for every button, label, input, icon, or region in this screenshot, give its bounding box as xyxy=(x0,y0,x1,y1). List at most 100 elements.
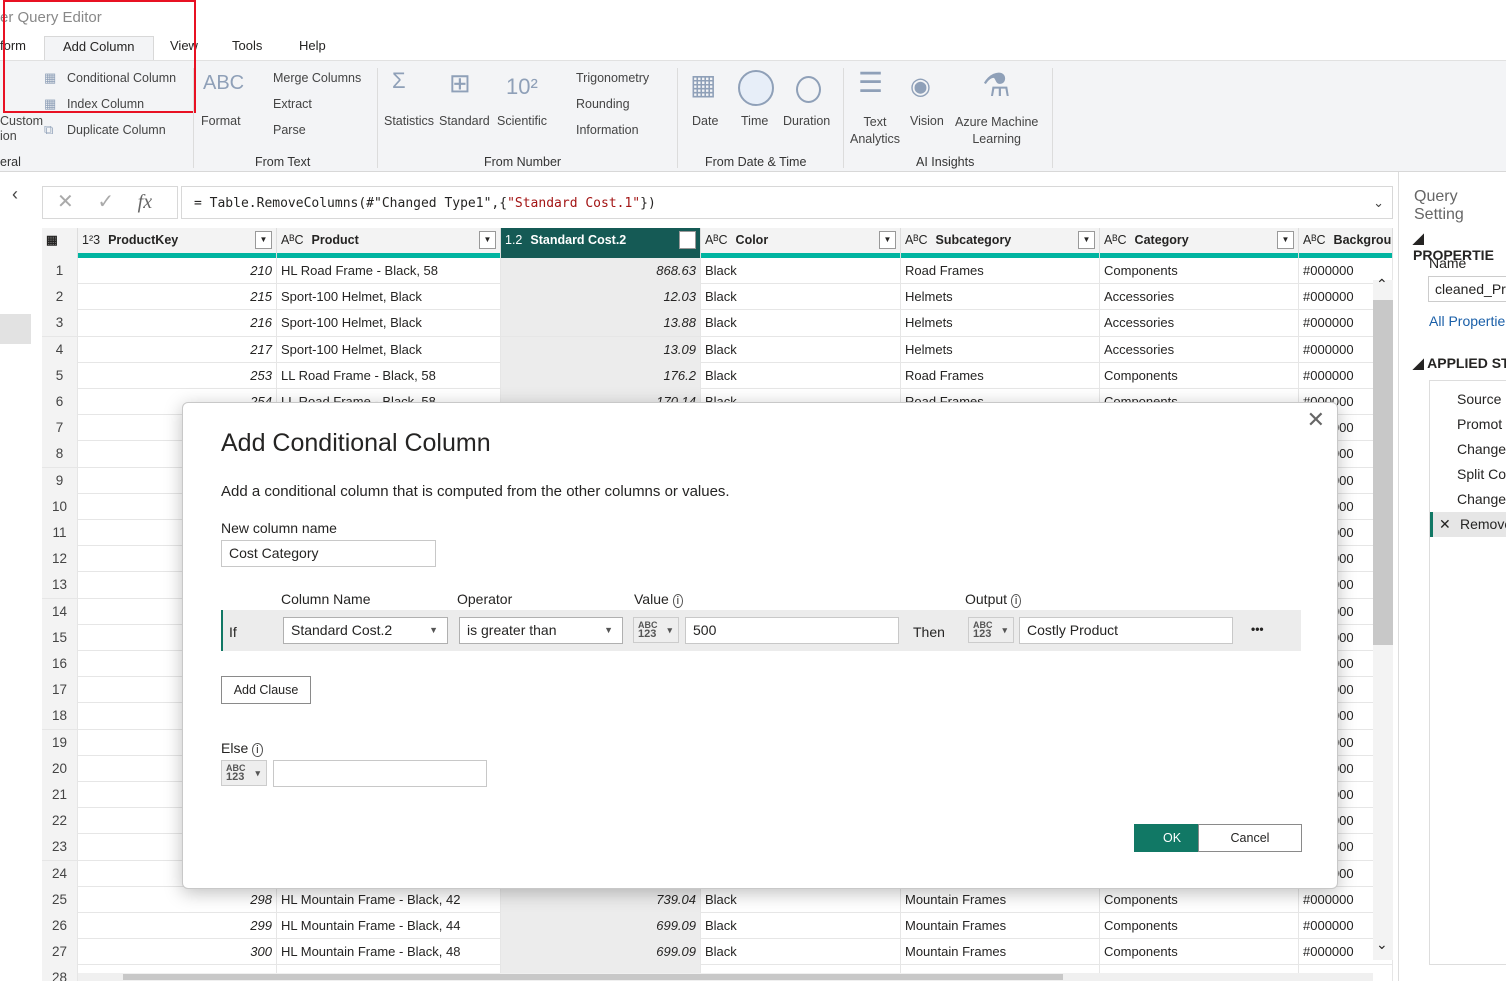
table-cell[interactable]: 699.09 xyxy=(501,939,701,966)
table-cell[interactable]: Black xyxy=(701,258,901,284)
table-cell[interactable]: Black xyxy=(701,284,901,311)
filter-dropdown-icon[interactable]: ▼ xyxy=(1078,231,1095,249)
all-properties-link[interactable]: All Propertie xyxy=(1429,313,1505,329)
table-cell[interactable]: HL Road Frame - Black, 58 xyxy=(277,258,501,284)
tab-tools[interactable]: Tools xyxy=(222,36,272,60)
column-header[interactable]: AᴮC Color ▼ xyxy=(701,228,901,258)
table-cell[interactable]: Helmets xyxy=(901,310,1100,337)
table-cell[interactable]: HL Mountain Frame - Black, 48 xyxy=(277,939,501,966)
applied-step[interactable]: Promot xyxy=(1457,412,1506,437)
applied-step[interactable]: Change xyxy=(1457,437,1506,462)
parse-button[interactable]: Parse xyxy=(273,123,306,137)
table-cell[interactable]: Black xyxy=(701,336,901,363)
table-cell[interactable]: Accessories xyxy=(1100,336,1299,363)
column-type-icon[interactable]: AᴮC xyxy=(1104,233,1127,247)
scroll-down-icon[interactable]: ⌄ xyxy=(1376,936,1388,953)
column-header[interactable]: AᴮC Backgrour xyxy=(1299,228,1393,258)
new-column-name-input[interactable]: Cost Category xyxy=(221,540,436,567)
table-cell[interactable]: Black xyxy=(701,886,901,913)
table-cell[interactable]: Accessories xyxy=(1100,310,1299,337)
table-cell[interactable]: 215 xyxy=(78,284,277,311)
table-cell[interactable]: 13.09 xyxy=(501,336,701,363)
table-cell[interactable]: Road Frames xyxy=(901,258,1100,284)
filter-dropdown-icon[interactable]: ▼ xyxy=(479,231,496,249)
applied-step[interactable]: Split Co xyxy=(1457,462,1506,487)
table-cell[interactable]: Black xyxy=(701,362,901,389)
table-cell[interactable]: 739.04 xyxy=(501,886,701,913)
column-type-icon[interactable]: 1²3 xyxy=(82,233,100,247)
table-cell[interactable]: 298 xyxy=(78,886,277,913)
table-cell[interactable]: Helmets xyxy=(901,284,1100,311)
time-button[interactable]: Time xyxy=(741,114,768,128)
else-info-icon[interactable]: i xyxy=(252,743,263,757)
formula-bar[interactable]: = Table.RemoveColumns(#"Changed Type1",{… xyxy=(181,186,1393,219)
vertical-scrollbar[interactable] xyxy=(1373,280,1393,960)
table-cell[interactable]: 300 xyxy=(78,939,277,966)
add-clause-button[interactable]: Add Clause xyxy=(221,676,311,704)
duplicate-column-button[interactable]: Duplicate Column xyxy=(67,123,166,137)
column-name-select[interactable]: Standard Cost.2 ▼ xyxy=(283,617,448,644)
table-cell[interactable]: 217 xyxy=(78,336,277,363)
scrollbar-thumb[interactable] xyxy=(1373,300,1393,645)
table-cell[interactable]: 12.03 xyxy=(501,284,701,311)
table-cell[interactable]: 13.88 xyxy=(501,310,701,337)
table-cell[interactable]: Black xyxy=(701,913,901,939)
close-dialog-icon[interactable]: ✕ xyxy=(1307,407,1325,433)
output-info-icon[interactable]: i xyxy=(1010,594,1022,608)
custom-column-button[interactable]: Custom ion xyxy=(0,114,43,144)
table-cell[interactable]: 210 xyxy=(78,258,277,284)
scientific-button[interactable]: Scientific xyxy=(497,114,547,128)
statistics-button[interactable]: Statistics xyxy=(384,114,434,128)
table-cell[interactable]: Mountain Frames xyxy=(901,913,1100,939)
table-cell[interactable]: 216 xyxy=(78,310,277,337)
collapse-queries-icon[interactable]: ‹ xyxy=(12,184,18,205)
table-cell[interactable]: Components xyxy=(1100,913,1299,939)
vision-button[interactable]: Vision xyxy=(910,114,944,128)
table-cell[interactable]: 868.63 xyxy=(501,258,701,284)
table-cell[interactable]: Black xyxy=(701,310,901,337)
filter-dropdown-icon[interactable]: ▼ xyxy=(1277,231,1294,249)
column-header[interactable]: AᴮC Subcategory ▼ xyxy=(901,228,1100,258)
duration-button[interactable]: Duration xyxy=(783,114,830,128)
tab-help[interactable]: Help xyxy=(289,36,336,60)
filter-dropdown-icon[interactable]: ▼ xyxy=(879,231,896,249)
table-cell[interactable]: Sport-100 Helmet, Black xyxy=(277,284,501,311)
filter-dropdown-icon[interactable]: ▼ xyxy=(679,231,696,249)
select-all-icon[interactable]: ▦ xyxy=(42,228,78,258)
table-cell[interactable]: 699.09 xyxy=(501,913,701,939)
value-type-button[interactable]: ABC 123 ▾ xyxy=(633,617,679,643)
date-button[interactable]: Date xyxy=(692,114,718,128)
column-header[interactable]: AᴮC Product ▼ xyxy=(277,228,501,258)
column-header[interactable]: 1²3 ProductKey ▼ xyxy=(78,228,277,258)
column-type-icon[interactable]: AᴮC xyxy=(281,233,304,247)
table-cell[interactable]: 299 xyxy=(78,913,277,939)
table-cell[interactable]: Components xyxy=(1100,258,1299,284)
expand-formula-icon[interactable]: ⌄ xyxy=(1373,187,1384,220)
table-cell[interactable]: Sport-100 Helmet, Black xyxy=(277,336,501,363)
output-input[interactable]: Costly Product xyxy=(1019,617,1233,644)
fx-icon[interactable]: fx xyxy=(138,191,152,213)
extract-button[interactable]: Extract xyxy=(273,97,312,111)
value-input[interactable]: 500 xyxy=(685,617,899,644)
standard-button[interactable]: Standard xyxy=(439,114,490,128)
applied-steps-header[interactable]: ◢ APPLIED ST xyxy=(1413,355,1506,372)
table-cell[interactable]: Components xyxy=(1100,362,1299,389)
column-type-icon[interactable]: 1.2 xyxy=(505,233,522,247)
operator-select[interactable]: is greater than ▼ xyxy=(459,617,623,644)
table-cell[interactable]: Black xyxy=(701,939,901,966)
table-cell[interactable]: LL Road Frame - Black, 58 xyxy=(277,362,501,389)
delete-step-icon[interactable]: ✕ xyxy=(1439,512,1451,537)
trigonometry-button[interactable]: Trigonometry xyxy=(576,71,649,85)
table-cell[interactable]: Mountain Frames xyxy=(901,886,1100,913)
applied-step[interactable]: Change xyxy=(1457,487,1506,512)
table-cell[interactable]: Helmets xyxy=(901,336,1100,363)
query-list-selection[interactable] xyxy=(0,314,31,344)
more-options-icon[interactable]: ••• xyxy=(1251,622,1264,636)
table-cell[interactable]: 253 xyxy=(78,362,277,389)
value-info-icon[interactable]: i xyxy=(672,594,684,608)
text-analytics-button[interactable]: Text Analytics xyxy=(850,114,900,148)
information-button[interactable]: Information xyxy=(576,123,639,137)
column-header[interactable]: 1.2 Standard Cost.2 ▼ xyxy=(501,228,701,258)
index-column-button[interactable]: Index Column xyxy=(67,97,144,111)
cancel-formula-icon[interactable]: ✕ xyxy=(57,191,74,213)
